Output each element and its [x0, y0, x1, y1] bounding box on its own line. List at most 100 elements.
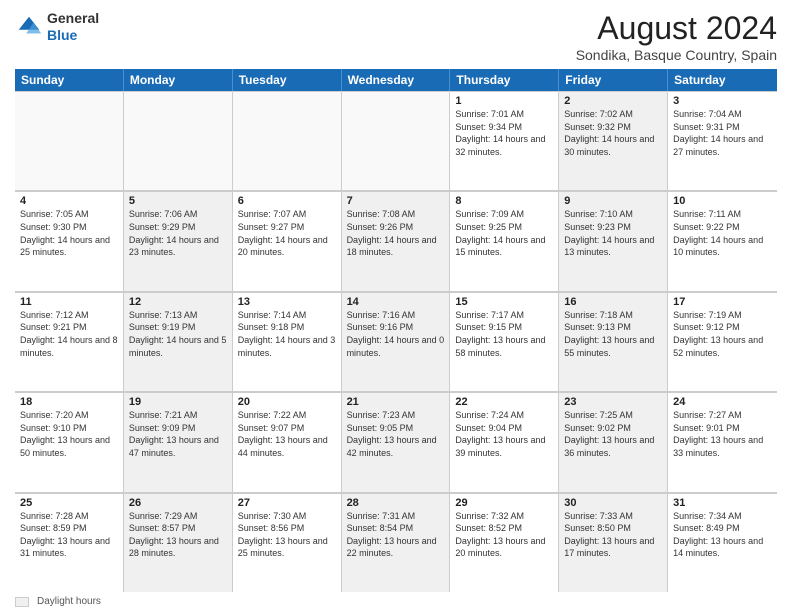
day-info-3-6: Sunrise: 7:27 AM Sunset: 9:01 PM Dayligh…	[673, 409, 772, 459]
day-number-1-5: 9	[564, 195, 662, 207]
cal-cell-3-1: 19Sunrise: 7:21 AM Sunset: 9:09 PM Dayli…	[124, 392, 233, 491]
day-number-2-0: 11	[20, 296, 118, 308]
cal-cell-0-1	[124, 91, 233, 190]
header-friday: Friday	[559, 69, 668, 91]
day-number-1-4: 8	[455, 195, 553, 207]
cal-cell-3-5: 23Sunrise: 7:25 AM Sunset: 9:02 PM Dayli…	[559, 392, 668, 491]
cal-cell-2-4: 15Sunrise: 7:17 AM Sunset: 9:15 PM Dayli…	[450, 292, 559, 391]
cal-cell-4-3: 28Sunrise: 7:31 AM Sunset: 8:54 PM Dayli…	[342, 493, 451, 592]
day-number-2-6: 17	[673, 296, 772, 308]
header: General Blue August 2024 Sondika, Basque…	[15, 10, 777, 63]
cal-cell-1-6: 10Sunrise: 7:11 AM Sunset: 9:22 PM Dayli…	[668, 191, 777, 290]
day-number-4-5: 30	[564, 497, 662, 509]
header-saturday: Saturday	[668, 69, 777, 91]
day-info-4-5: Sunrise: 7:33 AM Sunset: 8:50 PM Dayligh…	[564, 510, 662, 560]
cal-cell-1-3: 7Sunrise: 7:08 AM Sunset: 9:26 PM Daylig…	[342, 191, 451, 290]
day-info-1-1: Sunrise: 7:06 AM Sunset: 9:29 PM Dayligh…	[129, 208, 227, 258]
day-info-3-5: Sunrise: 7:25 AM Sunset: 9:02 PM Dayligh…	[564, 409, 662, 459]
calendar-header-row: Sunday Monday Tuesday Wednesday Thursday…	[15, 69, 777, 91]
day-info-0-4: Sunrise: 7:01 AM Sunset: 9:34 PM Dayligh…	[455, 108, 553, 158]
week-row-0: 1Sunrise: 7:01 AM Sunset: 9:34 PM Daylig…	[15, 91, 777, 191]
cal-cell-3-0: 18Sunrise: 7:20 AM Sunset: 9:10 PM Dayli…	[15, 392, 124, 491]
day-number-1-0: 4	[20, 195, 118, 207]
cal-cell-2-6: 17Sunrise: 7:19 AM Sunset: 9:12 PM Dayli…	[668, 292, 777, 391]
logo-icon	[15, 13, 43, 41]
day-number-2-2: 13	[238, 296, 336, 308]
day-info-4-4: Sunrise: 7:32 AM Sunset: 8:52 PM Dayligh…	[455, 510, 553, 560]
day-info-4-1: Sunrise: 7:29 AM Sunset: 8:57 PM Dayligh…	[129, 510, 227, 560]
cal-cell-4-6: 31Sunrise: 7:34 AM Sunset: 8:49 PM Dayli…	[668, 493, 777, 592]
day-info-0-6: Sunrise: 7:04 AM Sunset: 9:31 PM Dayligh…	[673, 108, 772, 158]
cal-cell-1-4: 8Sunrise: 7:09 AM Sunset: 9:25 PM Daylig…	[450, 191, 559, 290]
day-info-2-2: Sunrise: 7:14 AM Sunset: 9:18 PM Dayligh…	[238, 309, 336, 359]
location-title: Sondika, Basque Country, Spain	[576, 47, 777, 63]
day-number-1-2: 6	[238, 195, 336, 207]
day-info-3-4: Sunrise: 7:24 AM Sunset: 9:04 PM Dayligh…	[455, 409, 553, 459]
day-info-2-5: Sunrise: 7:18 AM Sunset: 9:13 PM Dayligh…	[564, 309, 662, 359]
cal-cell-2-1: 12Sunrise: 7:13 AM Sunset: 9:19 PM Dayli…	[124, 292, 233, 391]
cal-cell-1-2: 6Sunrise: 7:07 AM Sunset: 9:27 PM Daylig…	[233, 191, 342, 290]
day-number-4-6: 31	[673, 497, 772, 509]
cal-cell-4-1: 26Sunrise: 7:29 AM Sunset: 8:57 PM Dayli…	[124, 493, 233, 592]
day-number-4-3: 28	[347, 497, 445, 509]
header-sunday: Sunday	[15, 69, 124, 91]
day-number-3-4: 22	[455, 396, 553, 408]
day-info-1-4: Sunrise: 7:09 AM Sunset: 9:25 PM Dayligh…	[455, 208, 553, 258]
day-number-0-5: 2	[564, 95, 662, 107]
day-number-4-1: 26	[129, 497, 227, 509]
cal-cell-3-3: 21Sunrise: 7:23 AM Sunset: 9:05 PM Dayli…	[342, 392, 451, 491]
week-row-1: 4Sunrise: 7:05 AM Sunset: 9:30 PM Daylig…	[15, 191, 777, 291]
day-number-4-0: 25	[20, 497, 118, 509]
cal-cell-4-4: 29Sunrise: 7:32 AM Sunset: 8:52 PM Dayli…	[450, 493, 559, 592]
page: General Blue August 2024 Sondika, Basque…	[0, 0, 792, 612]
day-number-2-5: 16	[564, 296, 662, 308]
day-number-3-6: 24	[673, 396, 772, 408]
day-number-0-4: 1	[455, 95, 553, 107]
day-info-3-3: Sunrise: 7:23 AM Sunset: 9:05 PM Dayligh…	[347, 409, 445, 459]
cal-cell-0-5: 2Sunrise: 7:02 AM Sunset: 9:32 PM Daylig…	[559, 91, 668, 190]
day-info-1-6: Sunrise: 7:11 AM Sunset: 9:22 PM Dayligh…	[673, 208, 772, 258]
day-info-4-0: Sunrise: 7:28 AM Sunset: 8:59 PM Dayligh…	[20, 510, 118, 560]
day-number-1-1: 5	[129, 195, 227, 207]
day-info-4-2: Sunrise: 7:30 AM Sunset: 8:56 PM Dayligh…	[238, 510, 336, 560]
cal-cell-3-2: 20Sunrise: 7:22 AM Sunset: 9:07 PM Dayli…	[233, 392, 342, 491]
legend-label: Daylight hours	[37, 596, 101, 607]
cal-cell-2-2: 13Sunrise: 7:14 AM Sunset: 9:18 PM Dayli…	[233, 292, 342, 391]
header-wednesday: Wednesday	[342, 69, 451, 91]
cal-cell-0-6: 3Sunrise: 7:04 AM Sunset: 9:31 PM Daylig…	[668, 91, 777, 190]
day-info-4-6: Sunrise: 7:34 AM Sunset: 8:49 PM Dayligh…	[673, 510, 772, 560]
cal-cell-4-5: 30Sunrise: 7:33 AM Sunset: 8:50 PM Dayli…	[559, 493, 668, 592]
month-title: August 2024	[576, 10, 777, 47]
day-number-3-1: 19	[129, 396, 227, 408]
day-number-1-3: 7	[347, 195, 445, 207]
cal-cell-1-1: 5Sunrise: 7:06 AM Sunset: 9:29 PM Daylig…	[124, 191, 233, 290]
day-number-0-6: 3	[673, 95, 772, 107]
day-number-2-4: 15	[455, 296, 553, 308]
day-info-2-0: Sunrise: 7:12 AM Sunset: 9:21 PM Dayligh…	[20, 309, 118, 359]
calendar: Sunday Monday Tuesday Wednesday Thursday…	[15, 69, 777, 592]
header-tuesday: Tuesday	[233, 69, 342, 91]
day-number-1-6: 10	[673, 195, 772, 207]
footer-legend: Daylight hours	[15, 596, 777, 607]
day-number-2-3: 14	[347, 296, 445, 308]
day-info-2-3: Sunrise: 7:16 AM Sunset: 9:16 PM Dayligh…	[347, 309, 445, 359]
cal-cell-2-0: 11Sunrise: 7:12 AM Sunset: 9:21 PM Dayli…	[15, 292, 124, 391]
cal-cell-2-5: 16Sunrise: 7:18 AM Sunset: 9:13 PM Dayli…	[559, 292, 668, 391]
cal-cell-3-4: 22Sunrise: 7:24 AM Sunset: 9:04 PM Dayli…	[450, 392, 559, 491]
day-info-1-2: Sunrise: 7:07 AM Sunset: 9:27 PM Dayligh…	[238, 208, 336, 258]
day-info-2-1: Sunrise: 7:13 AM Sunset: 9:19 PM Dayligh…	[129, 309, 227, 359]
day-number-3-5: 23	[564, 396, 662, 408]
day-info-3-0: Sunrise: 7:20 AM Sunset: 9:10 PM Dayligh…	[20, 409, 118, 459]
week-row-2: 11Sunrise: 7:12 AM Sunset: 9:21 PM Dayli…	[15, 292, 777, 392]
logo: General Blue	[15, 10, 99, 44]
day-number-3-2: 20	[238, 396, 336, 408]
day-info-1-5: Sunrise: 7:10 AM Sunset: 9:23 PM Dayligh…	[564, 208, 662, 258]
day-number-4-2: 27	[238, 497, 336, 509]
logo-blue-text: Blue	[47, 27, 99, 44]
cal-cell-1-0: 4Sunrise: 7:05 AM Sunset: 9:30 PM Daylig…	[15, 191, 124, 290]
cal-cell-0-0	[15, 91, 124, 190]
header-thursday: Thursday	[450, 69, 559, 91]
cal-cell-0-4: 1Sunrise: 7:01 AM Sunset: 9:34 PM Daylig…	[450, 91, 559, 190]
day-info-4-3: Sunrise: 7:31 AM Sunset: 8:54 PM Dayligh…	[347, 510, 445, 560]
day-number-3-0: 18	[20, 396, 118, 408]
